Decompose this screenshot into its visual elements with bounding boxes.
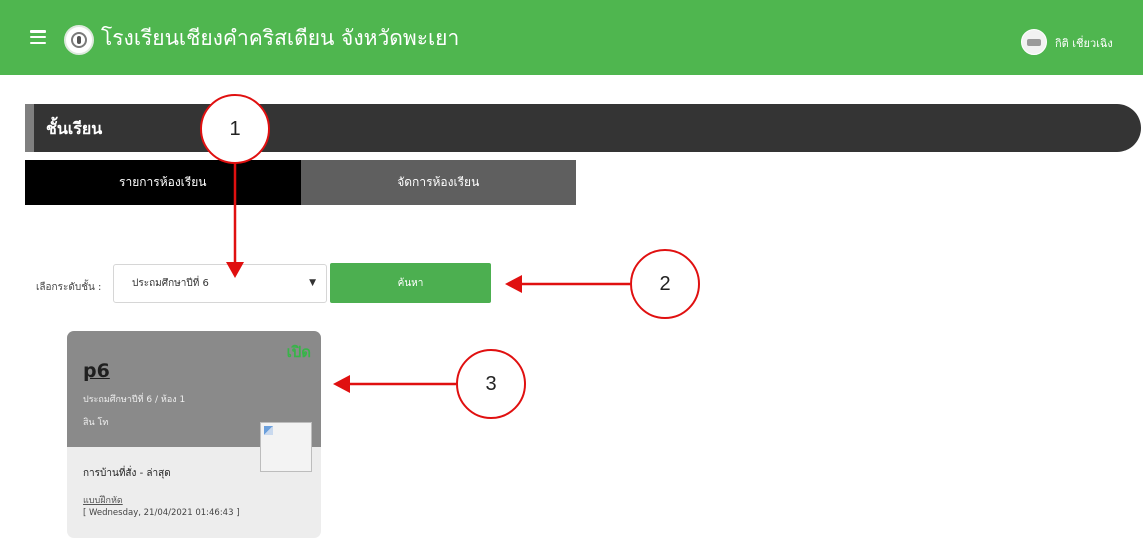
annotation-callout-1: 1 (200, 94, 270, 164)
annotation-callout-3: 3 (456, 349, 526, 419)
arrow-3-head (333, 375, 350, 393)
annotation-arrows (226, 160, 630, 393)
arrow-1-head (226, 262, 244, 278)
arrow-2-head (505, 275, 522, 293)
annotation-callout-2: 2 (630, 249, 700, 319)
